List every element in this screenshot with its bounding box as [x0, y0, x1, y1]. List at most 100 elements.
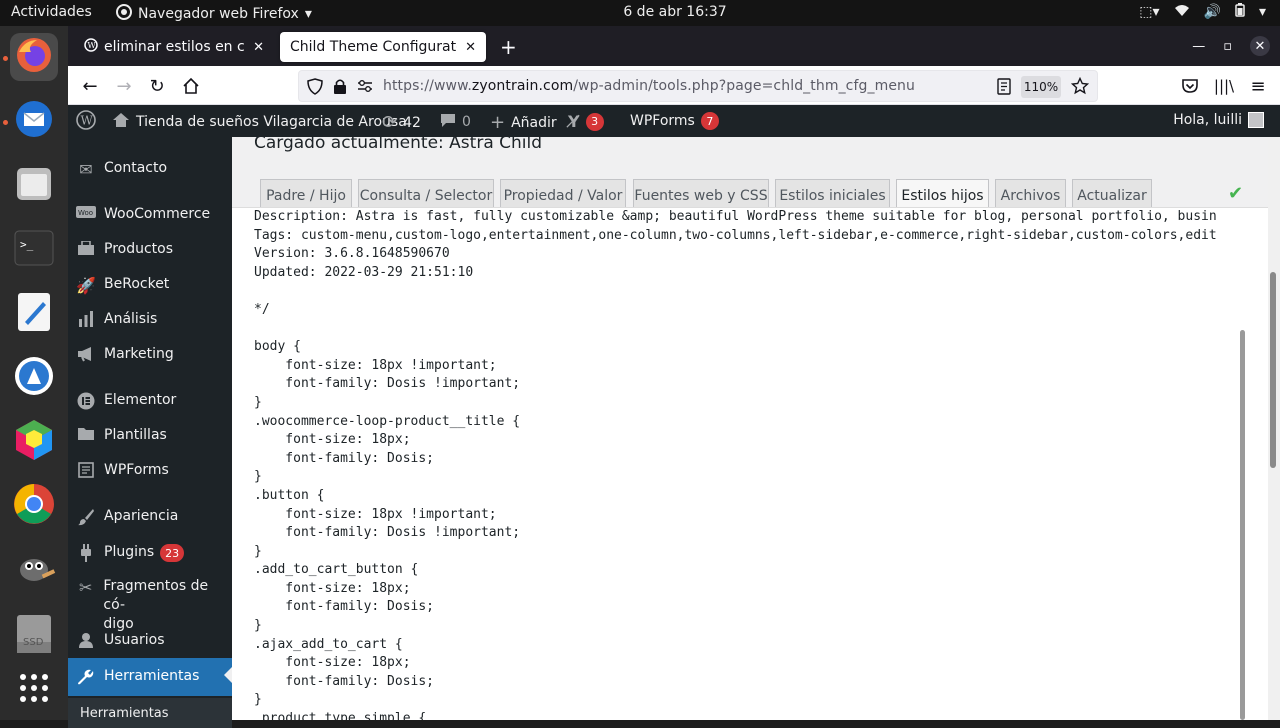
code-line: }	[254, 618, 262, 634]
lock-icon[interactable]	[333, 78, 347, 99]
menu-item-apariencia[interactable]: Apariencia	[68, 507, 232, 526]
reader-view-icon[interactable]	[997, 78, 1011, 99]
code-line: Description: Astra is fast, fully custom…	[254, 209, 1217, 224]
window-controls: — ▫ ✕	[1192, 36, 1270, 56]
wordpress-logo-icon[interactable]: W	[76, 110, 96, 130]
dock-chrome[interactable]	[10, 482, 58, 530]
app-menu-icon[interactable]: ≡	[1246, 74, 1270, 98]
minimize-button[interactable]: —	[1192, 39, 1205, 54]
drive-icon: SSD	[16, 614, 52, 654]
menu-item-woocommerce[interactable]: Woo WooCommerce	[68, 205, 232, 224]
menu-item-wpforms[interactable]: WPForms	[68, 461, 232, 480]
dock-terminal[interactable]: >_	[10, 226, 58, 274]
page-scrollbar-thumb[interactable]	[1270, 272, 1276, 468]
chevron-down-icon: ▾	[1258, 4, 1266, 20]
close-icon[interactable]: ✕	[253, 40, 264, 55]
tab-eliminar-estilos[interactable]: W eliminar estilos en child t ✕	[74, 32, 274, 62]
css-code: Description: Astra is fast, fully custom…	[254, 208, 1244, 720]
code-scrollbar-thumb[interactable]	[1240, 330, 1245, 720]
menu-label: Herramientas	[104, 668, 200, 684]
svg-text:Woo: Woo	[78, 209, 93, 217]
system-tray[interactable]: ⬚▾ 🔊 ▾	[1139, 3, 1266, 21]
dock-gimp[interactable]	[10, 546, 58, 594]
menu-item-plugins[interactable]: Plugins 23	[68, 543, 232, 562]
menu-label: WPForms	[104, 462, 169, 478]
reload-button[interactable]: ↻	[145, 74, 169, 98]
code-line: body {	[254, 339, 301, 355]
code-line: font-family: Dosis !important;	[254, 376, 521, 392]
tab-strip: W eliminar estilos en child t ✕ Child Th…	[68, 26, 1280, 66]
dock-show-apps[interactable]	[10, 666, 58, 714]
apps-grid-icon	[19, 673, 49, 707]
code-line: font-size: 18px;	[254, 580, 411, 596]
maximize-button[interactable]: ▫	[1223, 39, 1232, 54]
pocket-icon[interactable]	[1178, 74, 1202, 98]
url-domain: zyontrain.com	[471, 78, 574, 94]
menu-label: Contacto	[104, 160, 168, 176]
url-bar[interactable]: https://www.zyontrain.com/wp-admin/tools…	[298, 70, 1098, 102]
menu-label: Marketing	[104, 346, 174, 362]
code-line: .button {	[254, 487, 325, 503]
dock-firefox[interactable]	[10, 33, 58, 81]
my-account-link[interactable]: Hola, luilli	[1173, 112, 1264, 128]
bookmark-star-icon[interactable]	[1070, 76, 1090, 99]
dock-text-editor[interactable]	[10, 290, 58, 338]
code-line: Tags: custom-menu,custom-logo,entertainm…	[254, 227, 1217, 243]
code-line: font-family: Dosis;	[254, 599, 435, 615]
comments-count: 0	[462, 114, 471, 130]
wpforms-label: WPForms	[630, 113, 695, 129]
menu-item-fragmentos-de-codigo[interactable]: ✂ Fragmentos de có-digo	[68, 577, 232, 634]
dock-ssd[interactable]: SSD	[10, 610, 58, 658]
menu-item-marketing[interactable]: Marketing	[68, 345, 232, 364]
tab-child-theme-configurator[interactable]: Child Theme Configurator < ✕	[280, 32, 486, 62]
back-button[interactable]: ←	[78, 74, 102, 98]
menu-item-elementor[interactable]: Elementor	[68, 391, 232, 410]
dock-thunderbird[interactable]	[10, 97, 58, 145]
forward-button[interactable]: →	[112, 74, 136, 98]
main-content: Cargado actualmente: Astra Child Padre /…	[232, 137, 1268, 720]
library-icon[interactable]: |||\	[1212, 74, 1236, 98]
updates-link[interactable]: ⟳ 42	[382, 112, 421, 133]
comments-link[interactable]: 0	[440, 112, 471, 132]
menu-label: BeRocket	[104, 276, 170, 292]
add-new-link[interactable]: + Añadir	[490, 112, 557, 133]
shield-icon[interactable]	[307, 78, 323, 99]
volume-icon: 🔊	[1203, 4, 1221, 20]
close-window-button[interactable]: ✕	[1250, 36, 1270, 56]
menu-item-usuarios[interactable]: Usuarios	[68, 631, 232, 650]
screenshot-icon: ⬚▾	[1139, 4, 1160, 20]
mail-icon: ✉	[79, 160, 93, 179]
menu-item-herramientas[interactable]: Herramientas	[68, 658, 232, 696]
site-name-link[interactable]: Tienda de sueños Vilagarcia de Arousa	[112, 112, 407, 132]
permissions-icon[interactable]	[357, 78, 373, 98]
wpforms-link[interactable]: WPForms 7	[630, 112, 719, 130]
menu-item-contacto[interactable]: ✉ Contacto	[68, 159, 232, 179]
wifi-icon	[1174, 3, 1190, 21]
dock-files[interactable]	[10, 162, 58, 210]
user-icon	[68, 631, 104, 648]
menu-item-berocket[interactable]: 🚀 BeRocket	[68, 275, 232, 295]
rocket-icon: 🚀	[76, 276, 96, 295]
home-button[interactable]	[179, 74, 203, 98]
new-tab-button[interactable]: +	[500, 35, 517, 59]
child-styles-code-view[interactable]: Description: Astra is fast, fully custom…	[232, 207, 1268, 720]
close-icon[interactable]: ✕	[465, 40, 476, 55]
menu-item-productos[interactable]: Productos	[68, 240, 232, 259]
menu-label: Apariencia	[104, 508, 179, 524]
url-text[interactable]: https://www.zyontrain.com/wp-admin/tools…	[383, 78, 915, 94]
text-editor-icon	[17, 292, 51, 336]
clock[interactable]: 6 de abr 16:37	[0, 4, 1280, 20]
yoast-link[interactable]: Y̸ 3	[568, 112, 604, 131]
wp-admin-menu: ✉ Contacto Woo WooCommerce Productos 🚀 B…	[68, 137, 232, 728]
wrench-icon	[68, 667, 104, 686]
greeting: Hola, luilli	[1173, 112, 1242, 128]
menu-item-analisis[interactable]: Análisis	[68, 310, 232, 329]
dock-app-installer[interactable]	[10, 354, 58, 402]
dock-3d-app[interactable]	[10, 418, 58, 466]
terminal-icon: >_	[14, 230, 54, 270]
menu-label: Fragmentos de có-digo	[103, 577, 232, 634]
menu-item-plantillas[interactable]: Plantillas	[68, 426, 232, 445]
zoom-level-button[interactable]: 110%	[1021, 76, 1061, 98]
menu-label: Análisis	[104, 311, 158, 327]
submenu-herramientas[interactable]: Herramientas	[68, 698, 232, 728]
